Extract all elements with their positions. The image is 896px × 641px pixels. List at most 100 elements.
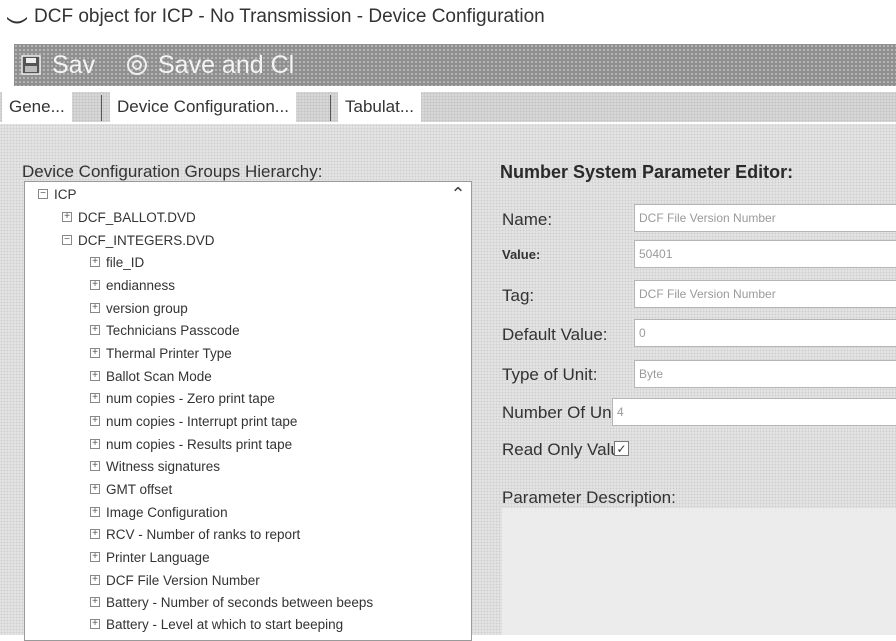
expand-icon: + (90, 303, 100, 313)
tab-general[interactable]: Gene... (2, 92, 72, 122)
tree-item-label: RCV - Number of ranks to report (106, 526, 301, 542)
default-value-field[interactable]: 0 (634, 319, 896, 347)
save-button-label: Sav (52, 50, 96, 79)
value-field[interactable]: 50401 (634, 240, 896, 268)
tree-item-label: Thermal Printer Type (106, 345, 232, 361)
name-label: Name: (502, 210, 553, 229)
window-title: DCF object for ICP - No Transmission - D… (34, 6, 545, 27)
tree-item[interactable]: + Battery - Level at which to start beepi… (90, 613, 343, 635)
hierarchy-label: Device Configuration Groups Hierarchy: (22, 162, 323, 181)
tree-item[interactable]: + num copies - Results print tape (90, 433, 292, 455)
app-tray-icon (7, 17, 27, 24)
unit-count-label: Number Of Unit (502, 403, 621, 422)
expand-icon: + (90, 416, 100, 426)
tab-device-configuration[interactable]: Device Configuration... (110, 92, 296, 122)
tree-item[interactable]: + num copies - Interrupt print tape (90, 410, 297, 432)
tab-device-configuration-label: Device Configuration... (117, 97, 289, 116)
tree-item-label: Battery - Number of seconds between beep… (106, 594, 374, 610)
tree-item-label: endianness (106, 277, 176, 293)
tree-item-label: num copies - Interrupt print tape (106, 413, 298, 429)
tab-general-label: Gene... (9, 97, 65, 116)
save-and-close-label: Save and Cl (158, 50, 295, 79)
expand-icon: + (90, 348, 100, 358)
tree-item[interactable]: + RCV - Number of ranks to report (90, 523, 300, 545)
tree-item[interactable]: + Ballot Scan Mode (90, 365, 212, 387)
tree-item-label: num copies - Zero print tape (106, 390, 275, 406)
tree-item[interactable]: + GMT offset (90, 478, 172, 500)
tree-item[interactable]: + Printer Language (90, 546, 210, 568)
expand-icon: + (90, 280, 100, 290)
tree-item[interactable]: + DCF File Version Number (90, 569, 260, 591)
expand-icon: + (90, 439, 100, 449)
expand-icon: + (90, 575, 100, 585)
tag-label: Tag: (502, 286, 535, 305)
tree-item-label: Technicians Passcode (106, 322, 240, 338)
expand-icon: + (62, 212, 72, 222)
scroll-up-button[interactable]: ⌃ (446, 182, 470, 206)
tab-tabulation[interactable]: Tabulat... (338, 92, 421, 122)
tab-separator (330, 95, 331, 121)
tree-item[interactable]: + file_ID (90, 251, 144, 273)
expand-icon: + (90, 325, 100, 335)
tree-node-group[interactable]: + DCF_BALLOT.DVD (62, 206, 196, 228)
expand-icon: + (90, 619, 100, 629)
tree-item-label: Witness signatures (106, 458, 221, 474)
unit-type-label: Type of Unit: (502, 365, 598, 384)
expand-icon: + (90, 529, 100, 539)
toolbar: Sav Save and Cl (14, 44, 896, 86)
collapse-icon: − (62, 235, 72, 245)
unit-type-field[interactable]: Byte (634, 360, 896, 388)
expand-icon: + (90, 484, 100, 494)
tree-item[interactable]: + Technicians Passcode (90, 319, 240, 341)
tree-node-group[interactable]: − DCF_INTEGERS.DVD (62, 229, 215, 251)
description-label: Parameter Description: (502, 488, 676, 507)
tree-item-label: DCF File Version Number (106, 572, 260, 588)
expand-icon: + (90, 257, 100, 267)
default-value-label: Default Value: (502, 325, 608, 344)
expand-icon: + (90, 371, 100, 381)
tree-node-label: DCF_INTEGERS.DVD (78, 232, 215, 248)
readonly-checkbox[interactable]: ✓ (614, 441, 629, 456)
tree-item[interactable]: + Witness signatures (90, 455, 220, 477)
name-field[interactable]: DCF File Version Number (634, 204, 896, 232)
value-label: Value: (502, 247, 541, 262)
editor-title: Number System Parameter Editor: (500, 162, 794, 182)
tree-item-label: Ballot Scan Mode (106, 368, 212, 384)
tree-node-root[interactable]: − ICP (38, 183, 77, 205)
tree-item-label: Printer Language (106, 549, 210, 565)
expand-icon: + (90, 393, 100, 403)
tag-field[interactable]: DCF File Version Number (634, 280, 896, 308)
tree-item[interactable]: + version group (90, 297, 188, 319)
tree-item[interactable]: + endianness (90, 274, 175, 296)
tree-item[interactable]: + Battery - Number of seconds between bee… (90, 591, 373, 613)
tree-item-label: num copies - Results print tape (106, 436, 293, 452)
tree-item-label: version group (106, 300, 188, 316)
description-area[interactable] (502, 508, 896, 635)
expand-icon: + (90, 597, 100, 607)
tab-tabulation-label: Tabulat... (345, 97, 414, 116)
unit-count-field[interactable]: 4 (612, 398, 896, 426)
expand-icon: + (90, 552, 100, 562)
tree-node-label: DCF_BALLOT.DVD (78, 209, 196, 225)
tree-node-label: ICP (54, 186, 77, 202)
chevron-up-icon: ⌃ (450, 183, 466, 204)
expand-icon: + (90, 507, 100, 517)
collapse-icon: − (38, 189, 48, 199)
tree-item-label: Battery - Level at which to start beepin… (106, 616, 344, 632)
save-button[interactable]: Sav (20, 44, 95, 86)
tree-item-label: file_ID (106, 254, 145, 270)
tab-separator (101, 95, 102, 121)
tree-item[interactable]: + Image Configuration (90, 501, 228, 523)
gear-circle-icon (126, 54, 148, 76)
tab-bar: Gene... Device Configuration... Tabulat.… (0, 92, 896, 122)
tree-item[interactable]: + Thermal Printer Type (90, 342, 232, 364)
floppy-disk-icon (20, 54, 42, 76)
expand-icon: + (90, 461, 100, 471)
save-and-close-button[interactable]: Save and Cl (126, 44, 294, 86)
readonly-label: Read Only Value (502, 440, 630, 459)
tree-item[interactable]: + num copies - Zero print tape (90, 387, 275, 409)
checkmark-icon: ✓ (616, 441, 627, 456)
window-titlebar: DCF object for ICP - No Transmission - D… (0, 0, 896, 36)
tree-item-label: GMT offset (106, 481, 173, 497)
tree-item-label: Image Configuration (106, 504, 228, 520)
